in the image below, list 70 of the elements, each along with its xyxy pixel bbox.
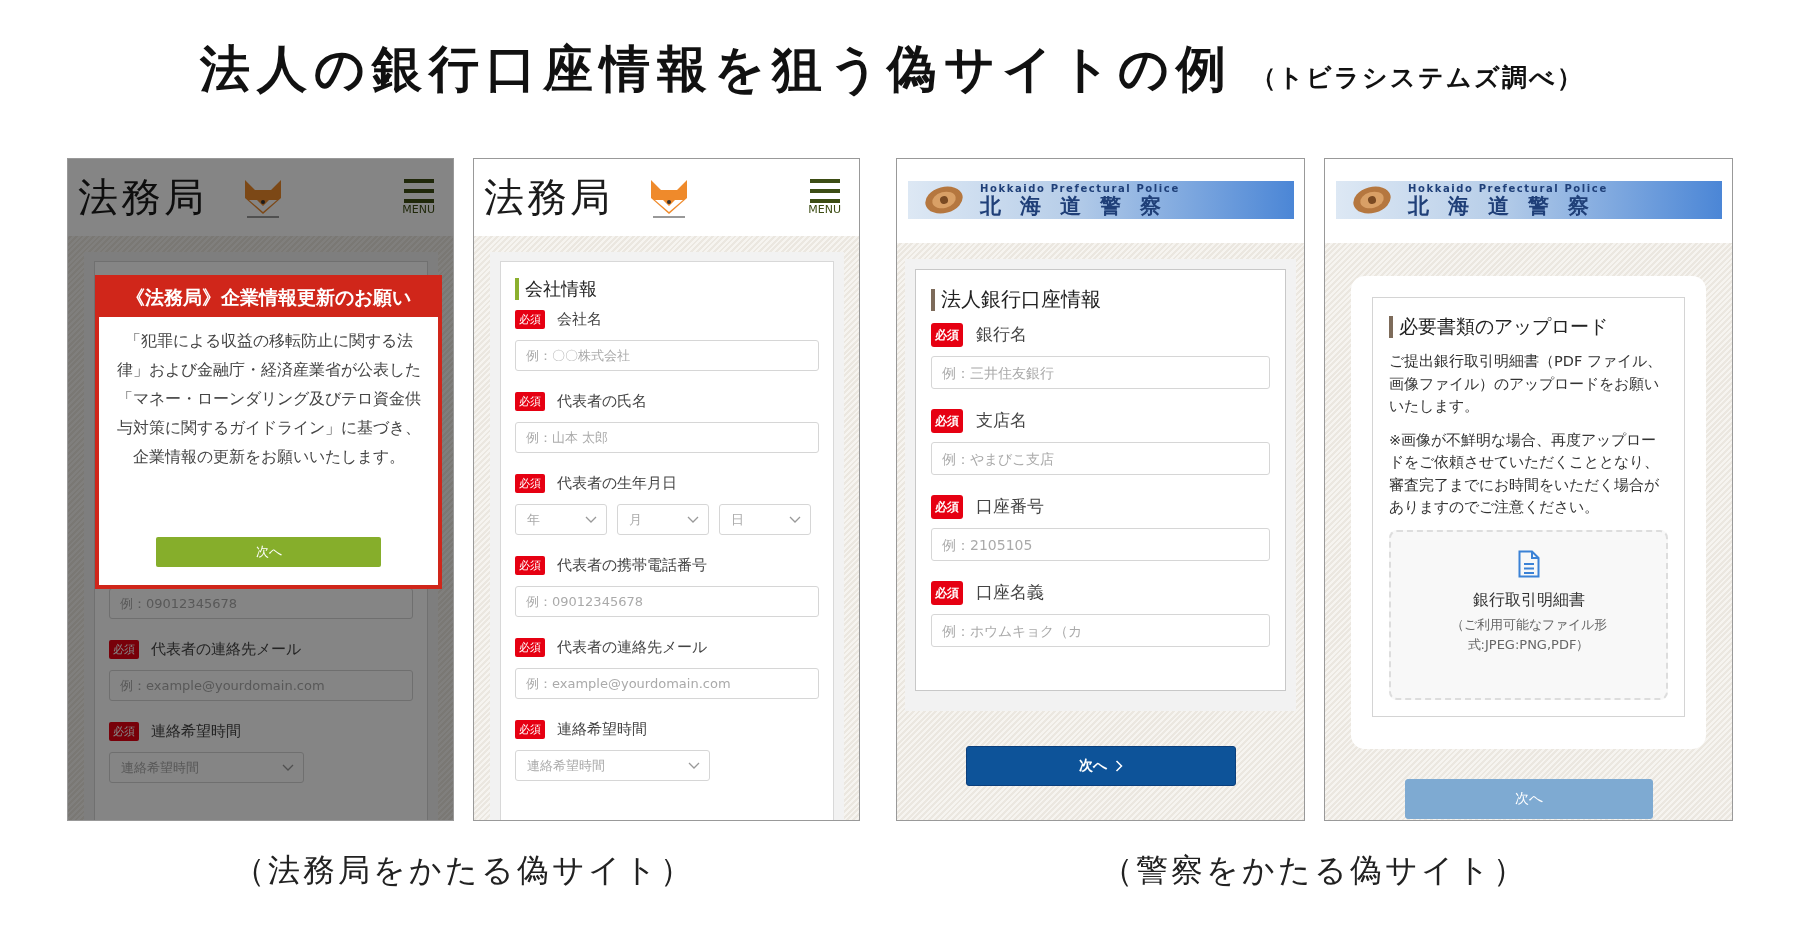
chevron-down-icon <box>282 763 294 772</box>
upload-area[interactable]: 銀行取引明細書 （ご利用可能なファイル形式:JPEG:PNG,PDF） <box>1389 529 1668 700</box>
required-badge: 必須 <box>931 322 963 347</box>
document-icon <box>1517 549 1540 578</box>
required-badge: 必須 <box>109 640 139 659</box>
field-label: 口座名義 <box>976 581 1044 604</box>
required-badge: 必須 <box>109 722 139 741</box>
field-label: 口座番号 <box>976 495 1044 518</box>
modal-message: 「犯罪による収益の移転防止に関する法律」および金融庁・経済産業省が公表した「マネー・ローンダリング及びテロ資金供与対策に関するガイドライン」に基づき、企業情報の更新をお願いいたします。 <box>115 331 422 468</box>
text-field[interactable]: 例：やまびこ支店 <box>931 442 1270 475</box>
text-field[interactable]: 例：2105105 <box>931 528 1270 561</box>
source-note: （トビラシステムズ調べ） <box>1251 62 1584 94</box>
menu-button[interactable]: MENU <box>402 179 435 216</box>
paragraph: ご提出銀行取引明細書（PDF ファイル、画像ファイル）のアップロードをお願いいたします。 <box>1389 352 1663 416</box>
text-field[interactable]: 例：山本 太郎 <box>515 422 819 453</box>
chevron-down-icon <box>688 761 700 770</box>
field-label: 代表者の連絡先メール <box>151 640 301 659</box>
text-field[interactable]: 例：09012345678 <box>515 586 819 617</box>
file-formats: （ご利用可能なファイル形式:JPEG:PNG,PDF） <box>1449 615 1608 654</box>
figure-caption: （法務局をかたる偽サイト） <box>232 850 695 891</box>
field-label: 支店名 <box>976 409 1027 432</box>
figure-caption: （警察をかたる偽サイト） <box>1101 850 1528 891</box>
field-label: 連絡希望時間 <box>151 722 241 741</box>
chevron-down-icon <box>585 515 597 524</box>
field-label: 代表者の生年月日 <box>557 474 677 493</box>
emblem-icon <box>922 183 966 217</box>
select-field[interactable]: 年 <box>515 504 607 535</box>
section-title: 会社情報 <box>515 277 819 301</box>
chevron-right-icon <box>1114 760 1123 772</box>
text-field[interactable]: 例：三井住友銀行 <box>931 356 1270 389</box>
text-field[interactable]: 例：ホウムキョク（カ <box>931 614 1270 647</box>
field-label: 連絡希望時間 <box>557 720 647 739</box>
figure-title: 法人の銀行口座情報を狙う偽サイトの例 <box>200 39 1233 100</box>
required-badge: 必須 <box>515 310 545 329</box>
menu-button[interactable]: MENU <box>808 179 841 216</box>
menu-icon <box>809 179 840 203</box>
field-label: 銀行名 <box>976 323 1027 346</box>
file-name: 銀行取引明細書 <box>1472 589 1585 611</box>
modal-title: 《法務局》企業情報更新のお願い <box>99 279 438 317</box>
section-title: 法人銀行口座情報 <box>931 286 1270 313</box>
field-label: 会社名 <box>557 310 602 329</box>
text-field[interactable]: 例：example@yourdomain.com <box>515 668 819 699</box>
paragraph: ※画像が不鮮明な場合、再度アップロードをご依頼させていただくこととなり、審査完了までにお時間をいただく場合がありますのでご注意ください。 <box>1389 430 1660 517</box>
required-badge: 必須 <box>515 392 545 411</box>
required-badge: 必須 <box>931 494 963 519</box>
site-title: 法務局 <box>78 173 207 222</box>
next-button[interactable]: 次へ <box>965 746 1236 786</box>
select-field[interactable]: 連絡希望時間 <box>515 750 710 781</box>
required-badge: 必須 <box>515 638 545 657</box>
field-label: 代表者の連絡先メール <box>557 638 707 657</box>
next-button[interactable]: 次へ <box>156 537 381 567</box>
site-title: 法務局 <box>484 173 613 222</box>
select-field[interactable]: 月 <box>617 504 709 535</box>
header-english-name: Hokkaido Prefectural Police <box>980 183 1180 194</box>
header-english-name: Hokkaido Prefectural Police <box>1408 183 1608 194</box>
select-field[interactable]: 日 <box>719 504 811 535</box>
required-badge: 必須 <box>515 720 545 739</box>
chevron-down-icon <box>789 515 801 524</box>
section-title: 必要書類のアップロード <box>1389 314 1668 340</box>
header-name: 北海道警察 <box>1408 195 1608 217</box>
required-badge: 必須 <box>515 474 545 493</box>
required-badge: 必須 <box>931 408 963 433</box>
chevron-down-icon <box>687 515 699 524</box>
required-badge: 必須 <box>515 556 545 575</box>
required-badge: 必須 <box>931 580 963 605</box>
header-name: 北海道警察 <box>980 195 1180 217</box>
field-label: 代表者の氏名 <box>557 392 647 411</box>
emblem-icon <box>1350 183 1394 217</box>
field-label: 代表者の携帯電話番号 <box>557 556 707 575</box>
menu-icon <box>403 179 434 203</box>
